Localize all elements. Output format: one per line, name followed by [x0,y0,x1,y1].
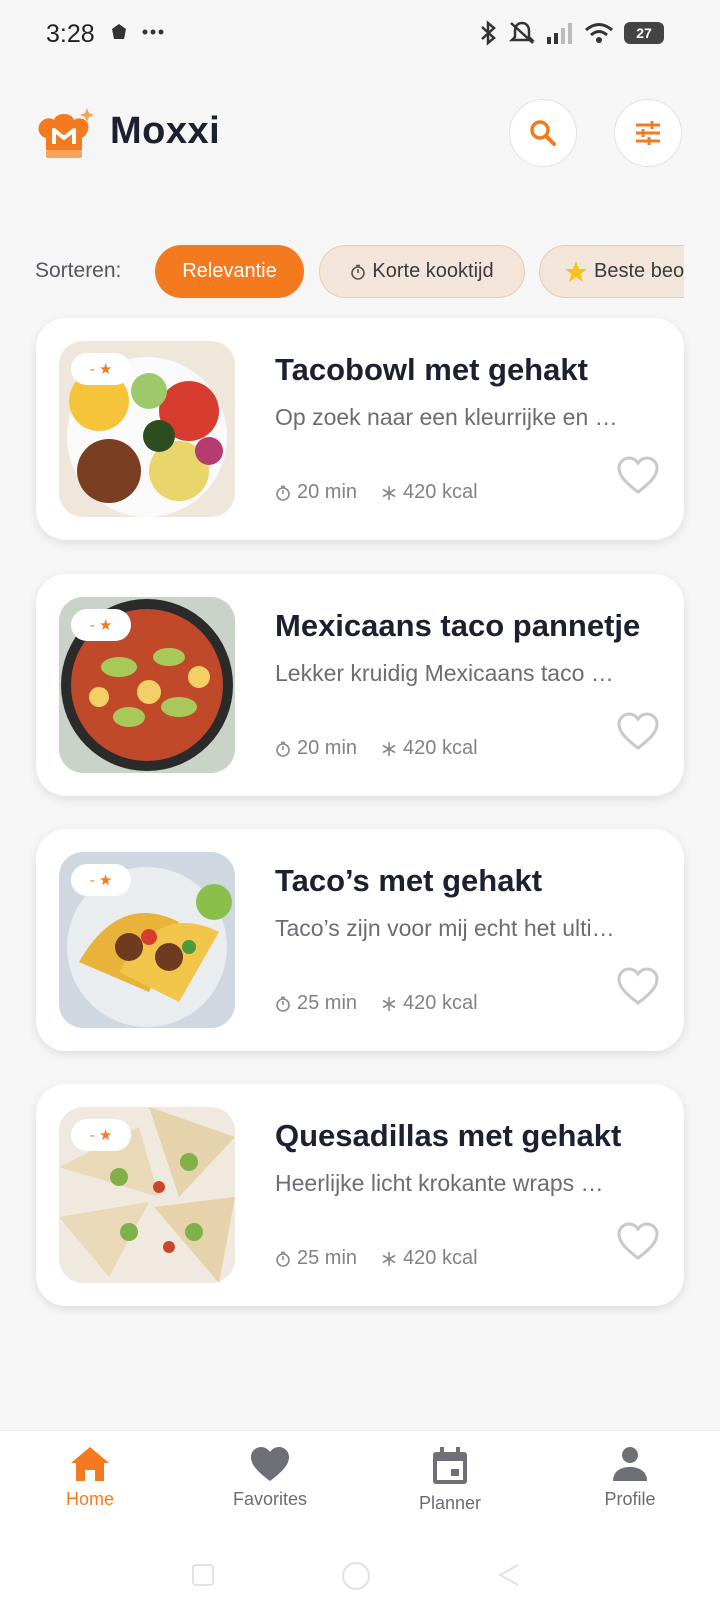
mute-icon [508,21,536,44]
recipe-meta: 20 min 420 kcal [275,481,502,504]
timer-icon [276,741,290,757]
calories-icon [382,741,396,756]
recipe-calories: 420 kcal [403,992,478,1014]
nav-label: Favorites [232,1489,308,1509]
favorite-heart-icon[interactable] [616,1220,660,1264]
more-dots-icon [142,29,164,35]
nav-label: Planner [418,1493,482,1513]
bluetooth-icon [481,20,496,46]
recipe-time: 20 min [297,481,358,503]
nav-label: Home [65,1489,114,1509]
recipe-image: - ★ [59,1107,235,1283]
recipe-card[interactable]: - ★ Taco’s met gehakt Taco’s zijn voor m… [36,829,684,1051]
recipe-image: - ★ [59,341,235,517]
recipe-time: 25 min [297,1247,358,1269]
recipe-meta: 25 min 420 kcal [275,1247,502,1270]
recipe-description: Op zoek naar een kleurrijke en … [275,404,618,430]
status-bar: 3:28 27 [0,0,720,68]
sort-row: Sorteren: Relevantie Korte kooktijd Best… [0,244,684,300]
sort-chip-relevance[interactable]: Relevantie [155,245,304,298]
recipe-title: Tacobowl met gehakt [275,352,588,387]
heart-icon [251,1447,289,1481]
recipe-calories: 420 kcal [403,1247,478,1269]
rating-badge: - ★ [71,864,131,896]
favorite-heart-icon[interactable] [616,454,660,498]
recipe-title: Taco’s met gehakt [275,863,543,898]
favorite-heart-icon[interactable] [616,965,660,1009]
home-icon [71,1447,109,1481]
rating-badge: - ★ [71,1119,131,1151]
home-circle-icon[interactable] [340,1560,372,1592]
calories-icon [382,996,396,1011]
recents-icon[interactable] [190,1562,216,1588]
status-time: 3:28 [46,20,95,48]
sort-label: Sorteren: [35,259,122,282]
calories-icon [382,1251,396,1266]
chip-label: Beste beo [594,260,684,282]
recipe-image: - ★ [59,597,235,773]
recipe-time: 25 min [297,992,358,1014]
search-icon [530,120,556,146]
recipe-card[interactable]: - ★ Tacobowl met gehakt Op zoek naar een… [36,318,684,540]
chip-label: Relevantie [182,260,277,282]
star-icon [565,260,587,282]
notification-icon [112,24,126,39]
sort-chip-short-cooktime[interactable]: Korte kooktijd [319,245,525,298]
app-title: Moxxi [110,110,221,152]
recipe-title: Quesadillas met gehakt [275,1118,622,1153]
wifi-icon [585,23,613,43]
rating-badge: - ★ [71,609,131,641]
recipe-calories: 420 kcal [403,481,478,503]
nav-item-planner[interactable]: Planner [390,1445,510,1514]
timer-icon [351,264,366,280]
recipe-time: 20 min [297,737,358,759]
recipe-image: - ★ [59,852,235,1028]
nav-item-favorites[interactable]: Favorites [210,1445,330,1510]
recipe-description: Heerlijke licht krokante wraps … [275,1170,604,1196]
signal-icon [547,23,572,44]
recipe-calories: 420 kcal [403,737,478,759]
timer-icon [276,1251,290,1267]
calendar-icon [433,1447,467,1484]
recipe-title: Mexicaans taco pannetje [275,608,641,643]
chip-label: Korte kooktijd [372,260,494,282]
battery-indicator: 27 [624,22,664,44]
favorite-heart-icon[interactable] [616,710,660,754]
recipe-card[interactable]: - ★ Quesadillas met gehakt Heerlijke lic… [36,1084,684,1306]
nav-item-profile[interactable]: Profile [570,1445,690,1510]
nav-label: Profile [604,1489,656,1509]
sliders-icon [636,121,660,145]
filter-button[interactable] [614,99,682,167]
rating-badge: - ★ [71,353,131,385]
sort-chip-best-rated[interactable]: Beste beo [539,245,684,298]
timer-icon [276,485,290,501]
app-header: Moxxi [0,92,720,176]
recipe-meta: 20 min 420 kcal [275,737,502,760]
recipe-description: Lekker kruidig Mexicaans taco … [275,660,614,686]
calories-icon [382,485,396,500]
back-icon[interactable] [496,1562,522,1588]
nav-item-home[interactable]: Home [30,1445,150,1510]
recipe-meta: 25 min 420 kcal [275,992,502,1015]
system-nav-bar [0,1542,720,1601]
bottom-nav: Home Favorites Planner Profile [0,1430,720,1542]
recipe-description: Taco’s zijn voor mij echt het ulti… [275,915,615,941]
search-button[interactable] [509,99,577,167]
chef-hat-logo-icon [38,108,94,158]
recipe-card[interactable]: - ★ Mexicaans taco pannetje Lekker kruid… [36,574,684,796]
timer-icon [276,996,290,1012]
person-icon [613,1447,647,1481]
